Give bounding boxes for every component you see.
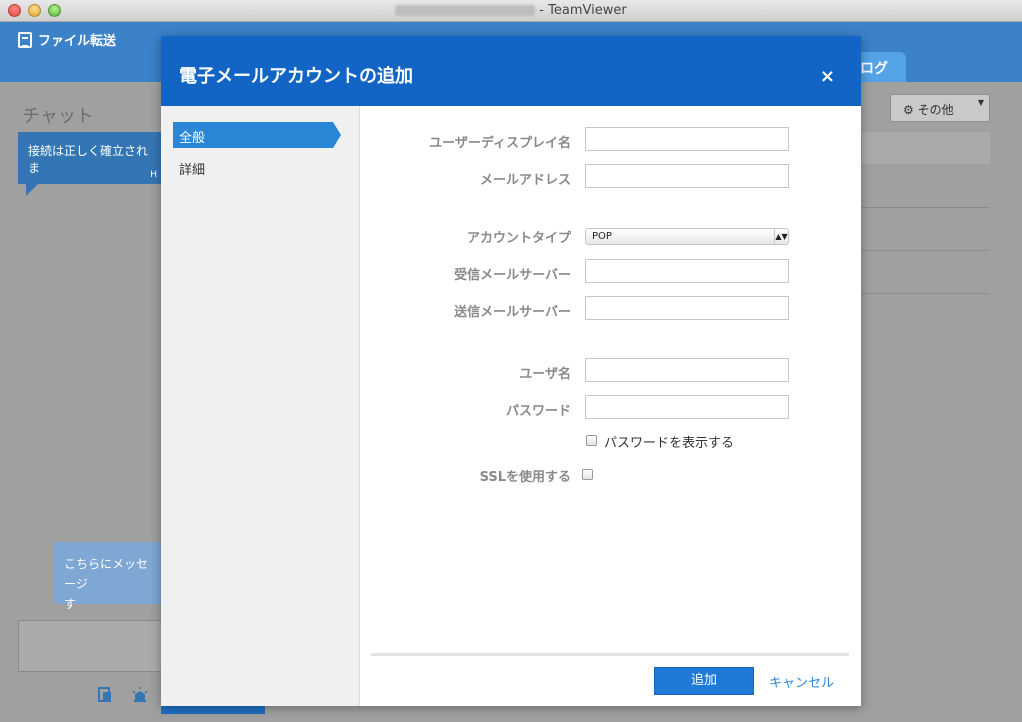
email-label: メールアドレス	[479, 173, 571, 188]
account-type-value: POP	[592, 231, 612, 242]
incoming-server-label: 受信メールサーバー	[454, 268, 571, 283]
gear-icon: ⚙	[903, 103, 914, 117]
sidebar-item-details[interactable]: 詳細	[173, 154, 333, 180]
sidebar-item-label: 詳細	[179, 163, 206, 178]
email-input[interactable]	[585, 164, 789, 188]
chat-title: チャット	[22, 106, 94, 127]
incoming-server-input[interactable]	[585, 259, 789, 283]
outgoing-server-label: 送信メールサーバー	[454, 305, 571, 320]
more-button-label: その他	[917, 103, 954, 117]
username-input[interactable]	[585, 358, 789, 382]
cancel-button[interactable]: キャンセル	[769, 672, 834, 691]
display-name-label: ユーザーディスプレイ名	[429, 136, 571, 151]
window-title: - TeamViewer	[0, 3, 1022, 18]
redacted-title	[395, 5, 536, 16]
sidebar-item-label: 全般	[179, 131, 206, 146]
dropdown-caret-icon: ▼	[977, 98, 984, 107]
dialog-header: 電子メールアカウントの追加 ×	[161, 36, 861, 106]
chat-message-timestamp: H	[150, 170, 157, 180]
dialog-title: 電子メールアカウントの追加	[179, 66, 413, 87]
clipboard-icon[interactable]	[96, 686, 114, 704]
list-item	[862, 251, 990, 294]
alarm-icon[interactable]	[131, 686, 149, 704]
chat-message-text: 接続は正しく確立されま	[28, 144, 149, 175]
use-ssl-label: SSLを使用する	[479, 470, 571, 485]
account-type-label: アカウントタイプ	[466, 231, 571, 246]
right-panel-header	[862, 132, 990, 164]
sidebar-item-general[interactable]: 全般	[173, 122, 341, 148]
message-input[interactable]	[18, 620, 163, 672]
tab-log-label: ログ	[860, 61, 888, 77]
select-arrows-icon: ▲▼	[774, 229, 788, 244]
window-titlebar: - TeamViewer	[0, 0, 1022, 22]
display-name-input[interactable]	[585, 127, 789, 151]
account-form: ユーザーディスプレイ名 メールアドレス アカウントタイプ POP ▲▼ 受信メー…	[361, 106, 861, 706]
file-transfer-icon	[18, 31, 32, 48]
password-label: パスワード	[505, 404, 571, 419]
username-label: ユーザ名	[519, 367, 571, 382]
message-placeholder-line2: す	[64, 597, 77, 611]
chat-message-bubble: 接続は正しく確立されま H	[18, 132, 163, 196]
list-item	[862, 208, 990, 251]
use-ssl-checkbox[interactable]	[582, 469, 593, 480]
more-button[interactable]: ⚙ その他 ▼	[890, 94, 990, 122]
account-type-select[interactable]: POP ▲▼	[585, 228, 789, 245]
file-transfer-label: ファイル転送	[38, 34, 117, 49]
dialog-sidebar: 全般 詳細	[161, 106, 360, 706]
add-email-account-dialog: 電子メールアカウントの追加 × 全般 詳細 ユーザーディスプレイ名 メールアドレ…	[161, 36, 861, 706]
window-title-text: - TeamViewer	[539, 3, 627, 18]
close-icon[interactable]: ×	[820, 66, 835, 87]
password-input[interactable]	[585, 395, 789, 419]
add-button[interactable]: 追加	[654, 667, 754, 695]
message-placeholder-line1: こちらにメッセージ	[64, 557, 149, 591]
message-placeholder: こちらにメッセージ す	[54, 542, 164, 611]
outgoing-server-input[interactable]	[585, 296, 789, 320]
file-transfer-button[interactable]: ファイル転送	[18, 30, 116, 49]
show-password-checkbox[interactable]	[586, 435, 597, 446]
list-item	[862, 164, 990, 208]
footer-divider	[371, 653, 849, 656]
bottom-accent-strip	[161, 706, 265, 714]
show-password-label: パスワードを表示する	[604, 436, 735, 451]
